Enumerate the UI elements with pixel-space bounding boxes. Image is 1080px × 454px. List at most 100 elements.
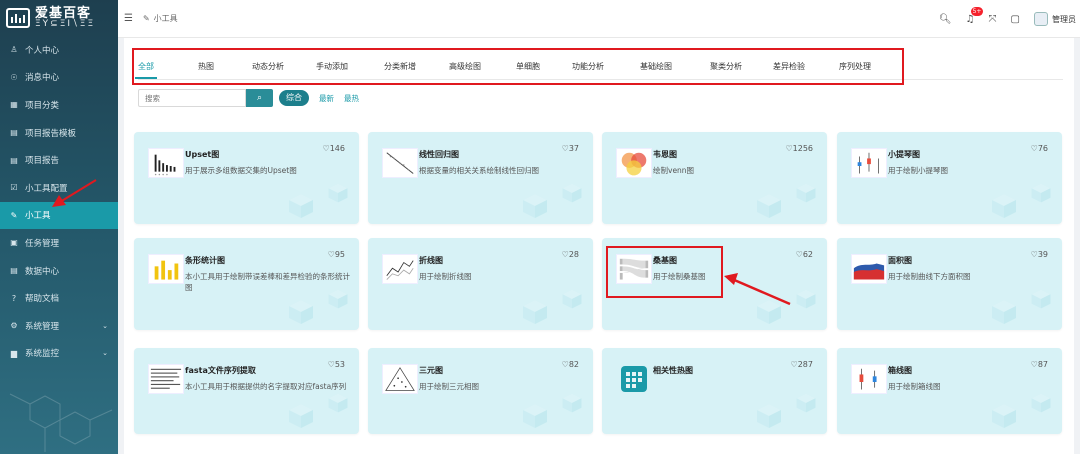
cube-decoration [561,392,583,414]
sidebar-item-label: 个人中心 [25,45,60,56]
sidebar-item-label: 消息中心 [25,73,60,84]
like-count-value: 95 [334,250,345,259]
sidebar-item-4[interactable]: ▤ 项目报告模板 [0,119,118,147]
like-count[interactable]: ♡287 [791,360,813,369]
tool-card[interactable]: 面积图 用于绘制曲线下方面积图 ♡39 [837,238,1062,330]
cube-decoration [795,182,817,204]
tool-card[interactable]: 韦恩图 绘制venn图 ♡1256 [602,132,827,224]
sidebar-item-3[interactable]: ▦ 项目分类 [0,91,118,119]
heart-icon: ♡ [561,360,569,369]
tool-card[interactable]: fasta文件序列提取 本小工具用于根据提供的名字提取对应fasta序列 ♡53 [134,348,359,434]
sidebar-item-label: 项目报告 [25,156,60,167]
annotation-arrow-card [724,273,791,306]
sidebar-item-8[interactable]: ▣ 任务管理 [0,229,118,257]
sidebar-item-label: 小工具 [25,211,51,222]
tools-panel: 全部 热图 动态分析 手动添加 分类新增 高级绘图 单细胞 功能分析 基础绘图 聚类分析 差异检验序… [124,38,1074,454]
tool-description: 根据变量的相关关系绘制线性回归图 [419,166,539,175]
notification-badge: 5+ [970,6,984,16]
sort-newest-link[interactable]: 最新 [319,93,334,104]
user-icon: ♙ [10,45,18,55]
like-count[interactable]: ♡146 [323,144,345,153]
sidebar-item-label: 系统管理 [25,321,60,332]
breadcrumb-current: 小工具 [153,14,178,23]
heart-icon: ♡ [790,360,798,369]
tool-thumbnail-image [148,364,184,394]
tool-card[interactable]: 折线图用于绘制折线图 ♡28 [368,238,593,330]
tool-thumbnail-image [851,148,887,178]
like-count[interactable]: ♡76 [1031,144,1048,153]
cube-decoration [521,402,549,430]
tool-thumbnail-image [382,148,418,178]
menu-fold-icon[interactable]: ☰ [124,13,133,24]
heart-icon: ♡ [561,250,569,259]
like-count[interactable]: ♡28 [562,250,579,259]
tool-thumbnail-image [382,254,418,284]
sidebar-item-2[interactable]: ☉ 消息中心 [0,64,118,92]
search-input[interactable] [138,89,246,107]
cube-decoration [561,182,583,204]
tool-thumbnail-image [616,364,652,394]
tool-description: 用于绘制折线图 [419,272,472,281]
cube-decoration [287,192,315,220]
tool-description: 本小工具用于根据提供的名字提取对应fasta序列 [185,382,347,391]
pencil-icon: ✎ [142,14,150,23]
like-count-value: 287 [797,360,813,369]
cube-decoration [561,288,583,310]
cube-decoration [1030,182,1052,204]
like-count-value: 82 [568,360,579,369]
like-count[interactable]: ♡82 [562,360,579,369]
data-icon: ▤ [10,266,18,276]
sort-hottest-link[interactable]: 最热 [344,93,359,104]
sidebar-item-label: 帮助文档 [25,294,60,305]
doc-icon: ▤ [10,128,18,138]
tool-title: 相关性热图 [653,366,693,375]
user-name[interactable]: 管理员 [1052,14,1076,25]
tool-card[interactable]: 条形统计图 本小工具用于绘制带误差棒和差异检验的条形统计图 ♡95 [134,238,359,330]
tool-card[interactable]: 箱线图 用于绘制箱线图 ♡87 [837,348,1062,434]
sidebar-item-9[interactable]: ▤ 数据中心 [0,257,118,285]
tool-title: 小提琴图 [888,150,920,159]
cube-decoration [327,182,349,204]
tool-thumbnail-image [616,148,652,178]
fullscreen-icon[interactable]: ⤧ [989,14,997,25]
grid-icon: ▦ [10,100,18,110]
tool-thumbnail-image [148,148,184,178]
pencil-icon: ✎ [10,210,18,220]
sidebar-item-5[interactable]: ▤ 项目报告 [0,146,118,174]
sort-comprehensive-button[interactable]: 综合 [279,90,309,106]
like-count[interactable]: ♡37 [562,144,579,153]
report-icon: ▤ [10,155,18,165]
heart-icon: ♡ [1030,144,1038,153]
search-button[interactable]: ⌕ [246,89,273,107]
sidebar-item-10[interactable]: ? 帮助文档 [0,284,118,312]
avatar[interactable] [1034,12,1048,26]
tool-description: 用于绘制曲线下方面积图 [888,272,971,281]
cube-decoration [327,288,349,310]
like-count[interactable]: ♡62 [796,250,813,259]
cube-decoration [327,392,349,414]
tool-card[interactable]: 线性回归图 根据变量的相关关系绘制线性回归图 ♡37 [368,132,593,224]
heart-icon: ♡ [1030,360,1038,369]
like-count[interactable]: ♡53 [328,360,345,369]
tool-card[interactable]: Upset图 用于展示多组数据交集的Upset图 ♡146 [134,132,359,224]
like-count[interactable]: ♡87 [1031,360,1048,369]
like-count[interactable]: ♡95 [328,250,345,259]
tool-description: 绘制venn图 [653,166,695,175]
like-count[interactable]: ♡1256 [785,144,813,153]
logo-icon [6,8,30,28]
tool-card[interactable]: 小提琴图 用于绘制小提琴图 ♡76 [837,132,1062,224]
tool-title: 折线图 [419,256,443,265]
tool-thumbnail-image [851,364,887,394]
sidebar-item-1[interactable]: ♙ 个人中心 [0,36,118,64]
tool-card[interactable]: 三元图 用于绘制三元相图 ♡82 [368,348,593,434]
tool-title: 条形统计图 [185,256,225,265]
lock-icon[interactable]: ▢ [1011,14,1020,25]
cube-decoration [521,192,549,220]
cube-decoration [990,192,1018,220]
like-count[interactable]: ♡39 [1031,250,1048,259]
bell-icon[interactable]: ♫ 5+ [966,6,984,25]
search-icon[interactable]: 🔍︎ [939,14,952,25]
tool-card[interactable]: 相关性热图 ♡287 [602,348,827,434]
cube-decoration [990,402,1018,430]
heart-icon: ♡ [795,250,803,259]
